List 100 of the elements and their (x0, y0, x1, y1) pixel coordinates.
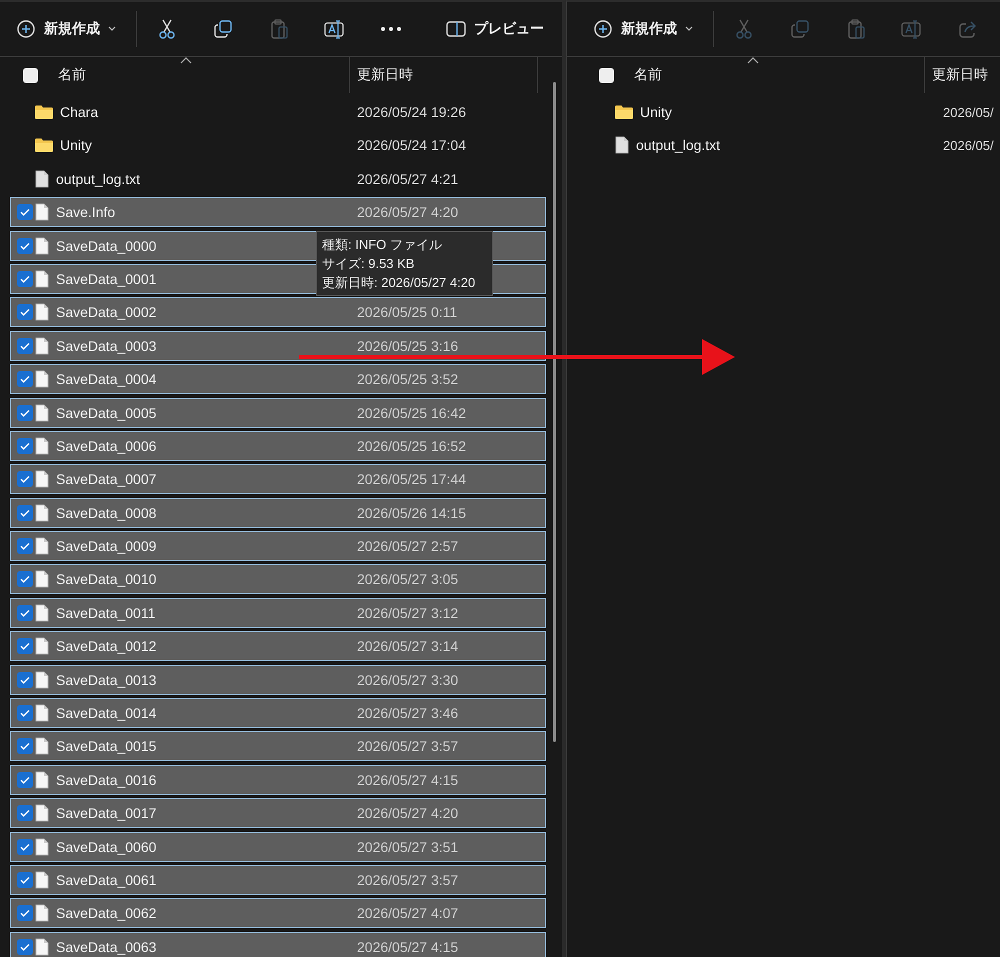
file-row[interactable]: SaveData_0002 2026/05/25 0:11 (10, 297, 546, 328)
checkbox[interactable] (16, 404, 32, 421)
new-button[interactable]: 新規作成 (8, 13, 124, 45)
file-name: SaveData_0002 (56, 304, 156, 320)
file-icon (35, 404, 49, 422)
checkbox[interactable] (16, 504, 32, 521)
file-row[interactable]: SaveData_0003 2026/05/25 3:16 (10, 330, 546, 361)
checkbox[interactable] (16, 705, 32, 722)
folder-icon (35, 105, 53, 119)
clipboard-icon (269, 18, 289, 40)
file-row[interactable]: SaveData_0008 2026/05/26 14:15 (10, 498, 546, 528)
checkbox[interactable] (16, 204, 32, 220)
file-name: SaveData_0017 (56, 805, 156, 822)
file-row[interactable]: SaveData_0009 2026/05/27 2:57 (10, 531, 546, 562)
file-icon (615, 136, 629, 154)
file-row[interactable]: SaveData_0062 2026/05/27 4:07 (10, 898, 546, 928)
file-row[interactable]: SaveData_0061 2026/05/27 3:57 (10, 864, 546, 895)
modified-date: 2026/05/25 0:11 (357, 304, 458, 320)
checkbox[interactable] (16, 938, 32, 955)
file-icon (35, 737, 49, 756)
checkbox[interactable] (16, 304, 32, 320)
file-name: SaveData_0016 (56, 772, 156, 788)
file-row[interactable]: SaveData_0016 2026/05/27 4:15 (10, 764, 546, 795)
checkbox[interactable] (16, 738, 32, 754)
file-row[interactable]: SaveData_0015 2026/05/27 3:57 (10, 731, 546, 762)
checkbox[interactable] (16, 805, 32, 822)
file-name: SaveData_0013 (56, 672, 156, 688)
checkbox[interactable] (16, 571, 32, 588)
checkbox[interactable] (16, 905, 32, 922)
file-row[interactable]: SaveData_0014 2026/05/27 3:46 (10, 698, 546, 728)
file-name: SaveData_0006 (56, 438, 156, 454)
checkbox[interactable] (16, 471, 32, 488)
checkbox[interactable] (16, 872, 32, 888)
modified-date: 2026/05/27 2:57 (357, 538, 458, 554)
scrollbar[interactable] (553, 82, 556, 742)
file-icon (35, 904, 49, 922)
modified-date: 2026/05/25 3:52 (357, 371, 458, 388)
select-all-checkbox[interactable] (599, 68, 614, 82)
file-name: SaveData_0008 (56, 504, 156, 521)
select-all-checkbox[interactable] (23, 68, 38, 82)
file-icon (35, 170, 49, 188)
file-name: SaveData_0003 (56, 338, 156, 354)
file-name: Unity (60, 137, 92, 154)
file-row[interactable]: SaveData_0004 2026/05/25 3:52 (10, 364, 546, 394)
file-icon (35, 203, 49, 222)
file-row[interactable]: SaveData_0063 2026/05/27 4:15 (10, 932, 546, 957)
checkbox[interactable] (16, 672, 32, 688)
file-name: SaveData_0061 (56, 872, 156, 888)
file-icon (35, 704, 49, 722)
checkbox[interactable] (16, 772, 32, 788)
column-header[interactable]: 名前 (634, 66, 662, 84)
column-header[interactable]: 更新日時 (932, 66, 988, 84)
checkbox[interactable] (16, 538, 32, 554)
file-row[interactable]: SaveData_0006 2026/05/25 16:52 (10, 430, 546, 461)
file-row[interactable]: SaveData_0012 2026/05/27 3:14 (10, 631, 546, 662)
file-name: output_log.txt (636, 137, 720, 154)
modified-date: 2026/05/27 4:15 (357, 772, 458, 788)
checkbox[interactable] (16, 238, 32, 254)
file-name: SaveData_0011 (56, 604, 156, 621)
checkbox[interactable] (16, 638, 32, 654)
file-icon (35, 236, 49, 255)
modified-date: 2026/05/ (943, 138, 994, 153)
file-row[interactable]: SaveData_0005 2026/05/25 16:42 (10, 398, 546, 428)
file-icon (35, 436, 49, 455)
preview-button[interactable]: プレビュー (442, 14, 548, 44)
checkbox[interactable] (16, 438, 32, 454)
file-row[interactable]: Chara 2026/05/24 19:26 (10, 97, 546, 127)
modified-date: 2026/05/27 3:46 (357, 705, 458, 722)
file-icon (35, 938, 49, 956)
checkbox[interactable] (16, 270, 32, 287)
file-icon (35, 804, 49, 822)
file-row[interactable]: SaveData_0010 2026/05/27 3:05 (10, 564, 546, 594)
file-row[interactable]: output_log.txt 2026/05/ (590, 130, 1000, 160)
file-name: SaveData_0015 (56, 738, 156, 754)
file-row[interactable]: output_log.txt 2026/05/27 4:21 (10, 164, 546, 194)
checkbox[interactable] (16, 604, 32, 621)
modified-date: 2026/05/27 3:57 (357, 738, 458, 754)
file-name: SaveData_0012 (56, 638, 156, 654)
file-row[interactable]: SaveData_0007 2026/05/25 17:44 (10, 464, 546, 494)
new-button[interactable]: 新規作成 (585, 13, 701, 45)
copy-icon (213, 19, 233, 39)
file-row[interactable]: Unity 2026/05/24 17:04 (10, 130, 546, 160)
checkbox[interactable] (16, 371, 32, 388)
modified-date: 2026/05/27 3:05 (357, 571, 458, 588)
file-row[interactable]: SaveData_0017 2026/05/27 4:20 (10, 798, 546, 828)
modified-date: 2026/05/27 3:51 (357, 838, 458, 855)
checkbox[interactable] (16, 838, 32, 855)
column-header[interactable]: 更新日時 (357, 66, 413, 84)
sort-caret-icon (180, 57, 192, 64)
sort-caret-icon (747, 57, 759, 64)
file-row[interactable]: Save.Info 2026/05/27 4:20 (10, 197, 546, 228)
file-icon (35, 570, 49, 588)
file-row[interactable]: Unity 2026/05/ (590, 97, 1000, 127)
file-name: Chara (60, 104, 98, 120)
file-row[interactable]: SaveData_0060 2026/05/27 3:51 (10, 832, 546, 862)
column-header[interactable]: 名前 (58, 66, 86, 84)
file-row[interactable]: SaveData_0011 2026/05/27 3:12 (10, 598, 546, 628)
file-row[interactable]: SaveData_0013 2026/05/27 3:30 (10, 664, 546, 695)
checkbox[interactable] (16, 338, 32, 354)
file-icon (35, 637, 49, 656)
